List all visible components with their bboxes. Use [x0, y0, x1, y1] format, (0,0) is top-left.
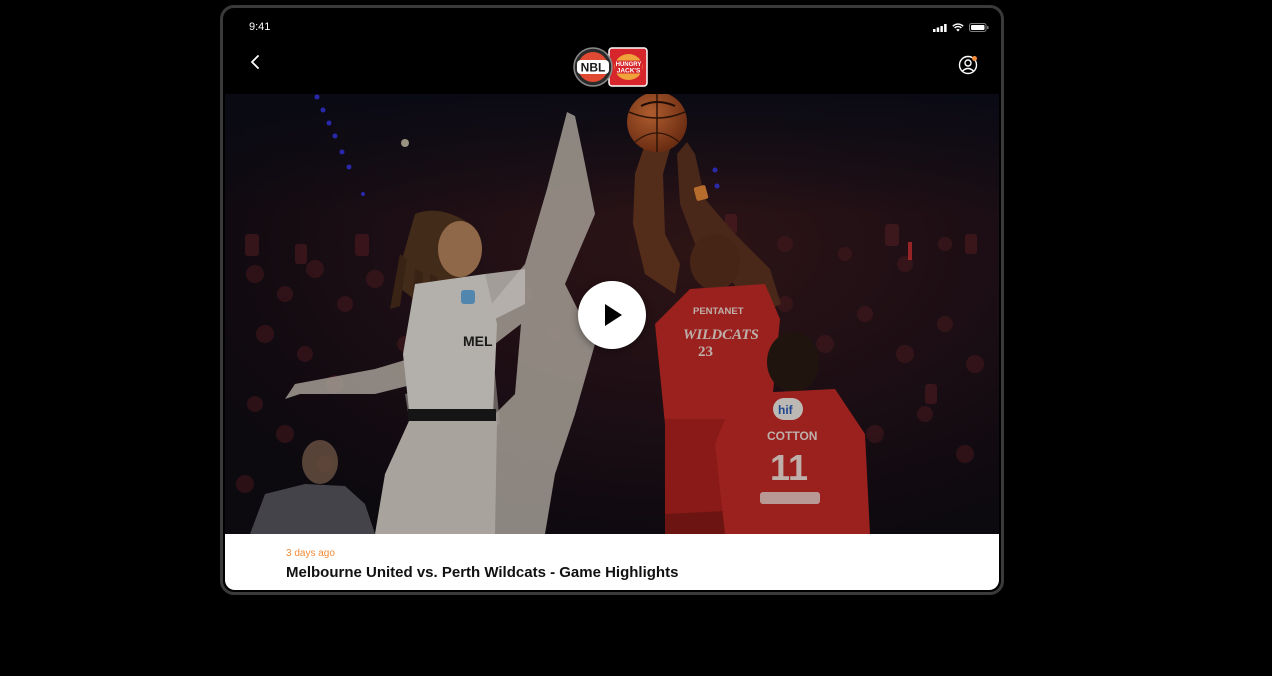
video-title[interactable]: Melbourne United vs. Perth Wildcats - Ga… [286, 564, 678, 581]
status-icons [933, 23, 989, 32]
app-screen: 9:41 NBL HUNGRY JACK'S MEL PENTANET WILD… [225, 10, 999, 590]
play-button[interactable] [578, 281, 646, 349]
status-time: 9:41 [249, 21, 271, 33]
status-bar: 9:41 [225, 10, 999, 40]
posted-time: 3 days ago [286, 548, 335, 559]
play-icon [605, 304, 622, 326]
back-button[interactable] [243, 50, 267, 74]
user-icon [958, 55, 978, 75]
signal-icon [933, 23, 947, 32]
chevron-left-icon [251, 55, 259, 69]
nav-bar: NBL HUNGRY JACK'S [225, 40, 999, 94]
video-thumbnail[interactable]: MEL PENTANET WILDCATS 23 hif COTTON 11 [225, 94, 999, 534]
battery-icon [969, 23, 989, 32]
logo-jacks-text: JACK'S [617, 68, 641, 75]
notification-dot [972, 56, 977, 61]
nbl-hungry-jacks-logo: NBL HUNGRY JACK'S [571, 46, 651, 88]
video-info: 3 days ago Melbourne United vs. Perth Wi… [225, 534, 999, 590]
profile-button[interactable] [957, 54, 979, 76]
logo-nbl-text: NBL [581, 61, 606, 75]
device-frame: 9:41 NBL HUNGRY JACK'S MEL PENTANET WILD… [220, 5, 1004, 595]
wifi-icon [952, 23, 964, 32]
